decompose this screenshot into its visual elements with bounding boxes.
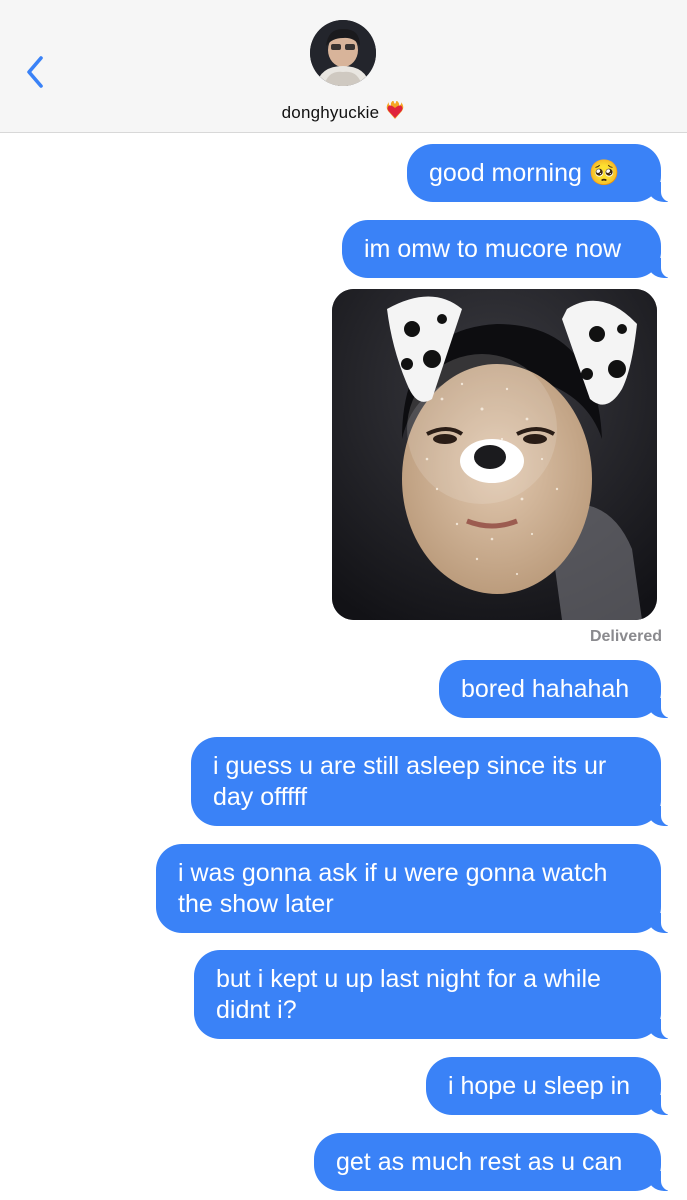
message-bubble[interactable]: i hope u sleep in — [426, 1057, 681, 1115]
contact-name: donghyuckie — [281, 103, 380, 122]
message-text: im omw to mucore now — [364, 235, 622, 263]
heart-on-fire-icon — [385, 100, 405, 126]
chevron-left-icon — [27, 56, 43, 88]
delivered-status: Delivered — [589, 628, 662, 645]
message-bubble[interactable]: i guess u are still asleep since its ur … — [191, 737, 681, 826]
message-text: i guess u are still asleep since its ur … — [213, 752, 607, 811]
message-bubble[interactable]: but i kept u up last night for a while d… — [194, 950, 681, 1039]
message-bubble[interactable]: i was gonna ask if u were gonna watch th… — [156, 844, 681, 933]
message-text: i hope u sleep in — [448, 1072, 631, 1100]
message-bubble[interactable]: im omw to mucore now — [342, 220, 681, 278]
message-bubble[interactable]: bored hahahah — [439, 660, 681, 718]
message-text: get as much rest as u can — [336, 1148, 623, 1176]
contact-name-row[interactable]: donghyuckie — [0, 100, 687, 126]
back-button[interactable] — [20, 52, 60, 96]
message-bubble[interactable]: get as much rest as u can — [314, 1133, 681, 1191]
avatar[interactable] — [310, 20, 376, 86]
conversation-header: donghyuckie — [0, 0, 687, 133]
image-attachment[interactable] — [332, 289, 657, 620]
message-text: but i kept u up last night for a while d… — [216, 965, 601, 1024]
message-text: good morning 🥺 — [429, 159, 620, 187]
message-text: i was gonna ask if u were gonna watch th… — [178, 859, 608, 918]
message-text: bored hahahah — [461, 675, 630, 703]
photo-attachment — [332, 289, 657, 620]
avatar-photo — [310, 20, 376, 86]
message-bubble[interactable]: good morning 🥺 — [407, 144, 681, 202]
